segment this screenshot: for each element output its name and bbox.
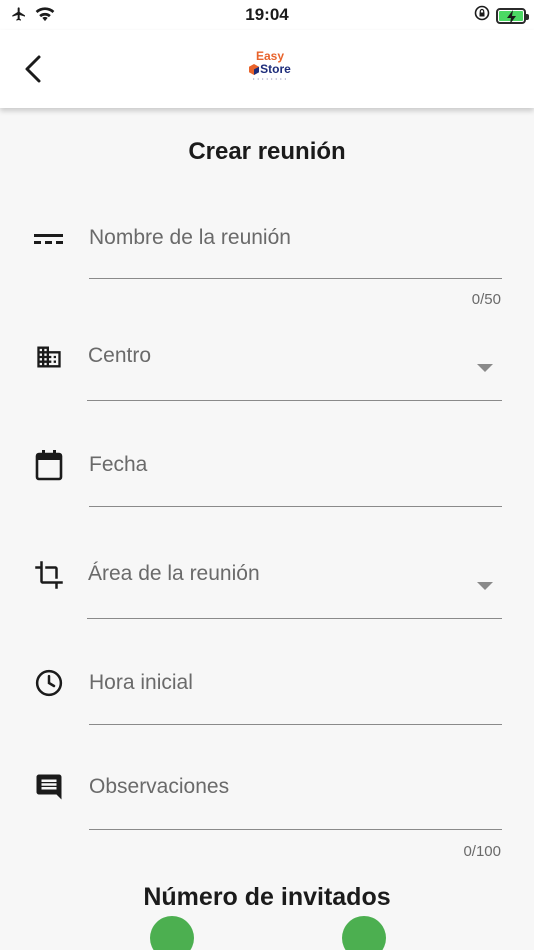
form-container: Crear reunión Nombre de la reunión 0/50 … xyxy=(0,108,534,950)
notes-counter: 0/100 xyxy=(463,843,501,860)
meeting-name-counter: 0/50 xyxy=(471,291,501,308)
short-text-icon xyxy=(32,222,66,256)
center-label: Centro xyxy=(88,344,152,367)
comment-icon xyxy=(32,770,66,804)
status-bar: 19:04 xyxy=(0,0,534,30)
easy-store-logo: Easy Store • • • • • • • • xyxy=(240,50,300,86)
logo-tagline: • • • • • • • • xyxy=(253,76,287,81)
battery-charging-icon xyxy=(496,7,529,24)
meeting-name-underline xyxy=(89,278,502,279)
increase-guests-button[interactable] xyxy=(342,916,386,950)
start-time-underline xyxy=(89,724,502,725)
building-icon xyxy=(32,340,66,374)
logo-line2-wrap: Store xyxy=(240,63,300,76)
status-right xyxy=(474,5,529,26)
page-title: Crear reunión xyxy=(188,138,346,165)
decrease-guests-button[interactable] xyxy=(150,916,194,950)
battery-tip xyxy=(526,13,529,20)
app-bar: Easy Store • • • • • • • • xyxy=(0,30,534,108)
back-button[interactable] xyxy=(14,50,52,88)
start-time-input[interactable]: Hora inicial xyxy=(89,671,193,695)
date-input[interactable]: Fecha xyxy=(89,453,147,477)
notes-input[interactable]: Observaciones xyxy=(89,775,229,799)
area-label: Área de la reunión xyxy=(88,562,260,585)
logo-cube-icon xyxy=(249,64,260,75)
area-dropdown-arrow[interactable] xyxy=(477,582,493,590)
guests-title: Número de invitados xyxy=(143,883,391,911)
orientation-lock-icon xyxy=(474,5,490,26)
notes-underline xyxy=(89,829,502,830)
date-underline xyxy=(89,506,502,507)
status-time: 19:04 xyxy=(245,5,289,24)
clock-icon xyxy=(32,666,66,700)
calendar-icon xyxy=(32,448,66,482)
logo-line2: Store xyxy=(260,62,291,76)
meeting-name-input[interactable]: Nombre de la reunión xyxy=(89,226,291,250)
center-dropdown-arrow[interactable] xyxy=(477,364,493,372)
crop-icon xyxy=(32,558,66,592)
chevron-left-icon xyxy=(25,55,41,83)
area-underline xyxy=(87,618,502,619)
center-underline xyxy=(87,400,502,401)
